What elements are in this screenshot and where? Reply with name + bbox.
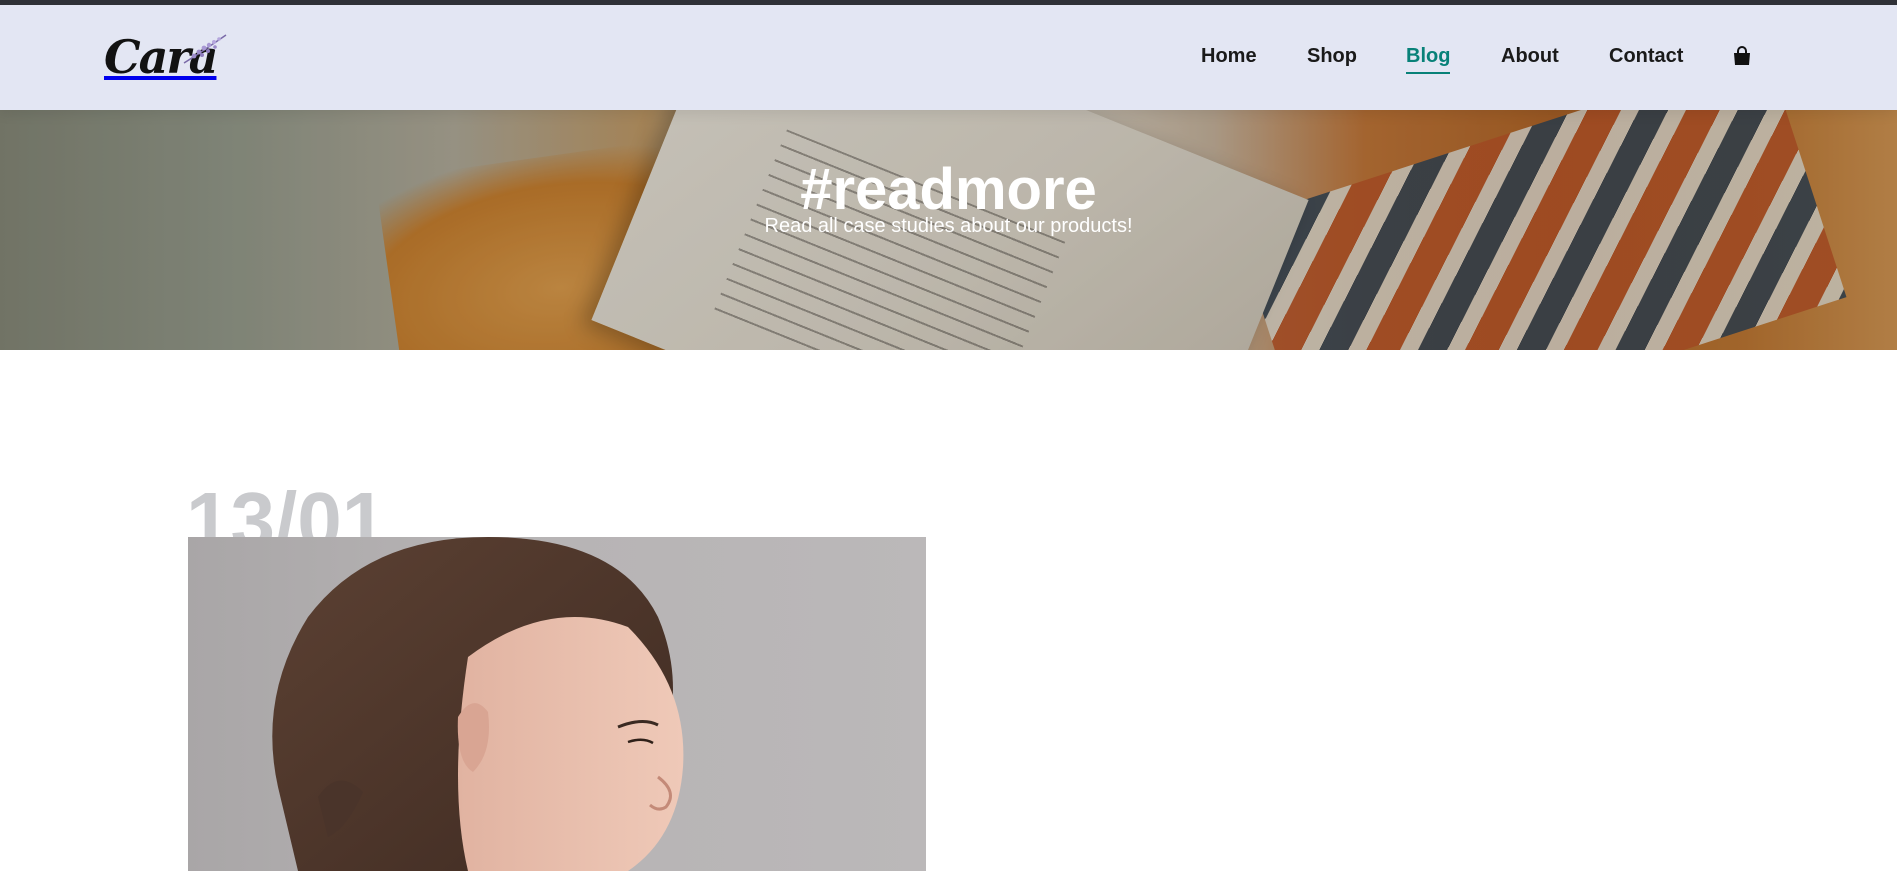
hero-banner: #readmore Read all case studies about ou… (0, 110, 1897, 350)
nav-item-blog[interactable]: Blog (1406, 45, 1451, 74)
portrait-illustration (272, 537, 684, 871)
hero-subtitle: Read all case studies about our products… (764, 215, 1133, 237)
nav-item-home[interactable]: Home (1201, 45, 1257, 68)
nav-item-about[interactable]: About (1501, 45, 1559, 68)
logo[interactable]: Cara (104, 27, 228, 87)
lavender-sprig-icon (183, 34, 227, 64)
site-header: Cara Home Shop Blog About Contact (0, 5, 1897, 110)
nav-item-contact[interactable]: Contact (1609, 45, 1683, 68)
nav-item-shop[interactable]: Shop (1307, 45, 1357, 68)
hero-title: #readmore (800, 157, 1097, 223)
shopping-bag-icon[interactable] (1731, 45, 1753, 67)
blog-post-image[interactable] (188, 537, 926, 871)
